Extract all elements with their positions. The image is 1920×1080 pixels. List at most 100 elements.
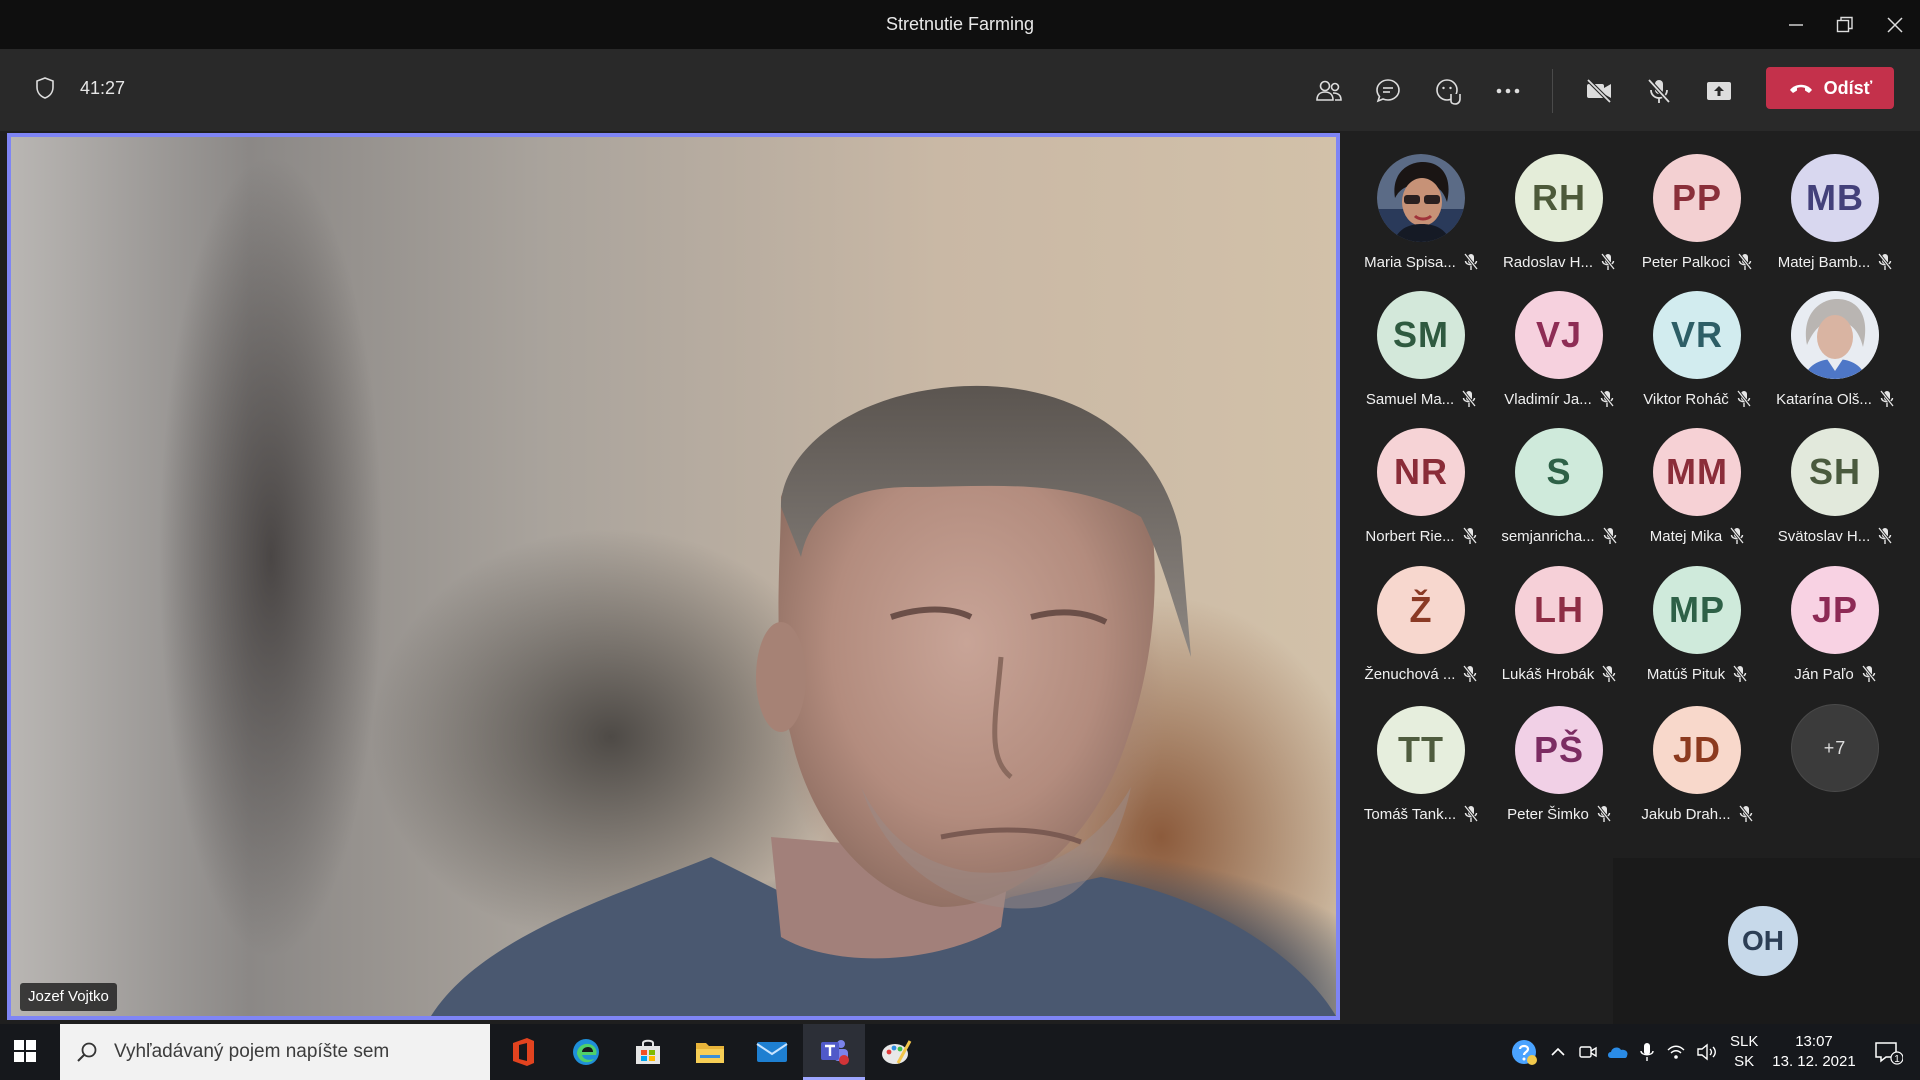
mic-muted-icon	[1730, 527, 1745, 545]
mic-muted-icon	[1736, 390, 1751, 408]
taskbar-clock[interactable]: 13:07 13. 12. 2021	[1764, 1032, 1864, 1072]
mic-muted-icon	[1878, 253, 1893, 271]
participant-name-row: Peter Palkoci	[1628, 253, 1766, 271]
more-options-button[interactable]	[1488, 71, 1528, 111]
participant-name: Viktor Roháč	[1643, 390, 1729, 408]
participant-name-row: Lukáš Hrobák	[1490, 665, 1628, 683]
participant-tile[interactable]: MM Matej Mika	[1628, 423, 1766, 553]
participant-tile[interactable]: SM Samuel Ma...	[1352, 286, 1490, 416]
participant-name-row: Maria Spisa...	[1352, 253, 1490, 271]
tray-meet[interactable]	[1576, 1024, 1600, 1080]
tray-volume[interactable]	[1694, 1024, 1720, 1080]
participant-photo	[1377, 154, 1465, 242]
mic-muted-icon	[1602, 665, 1617, 683]
participant-tile[interactable]: Ssemjanricha...	[1490, 423, 1628, 553]
window-title: Stretnutie Farming	[885, 14, 1035, 34]
participant-name-row: Tomáš Tank...	[1352, 805, 1490, 823]
participants-button[interactable]	[1309, 71, 1349, 111]
paint-icon	[882, 1040, 912, 1064]
taskbar-store[interactable]	[617, 1024, 679, 1080]
participant-name-row: Matúš Pituk	[1628, 665, 1766, 683]
wifi-icon	[1667, 1045, 1685, 1059]
participant-tile[interactable]: MB Matej Bamb...	[1766, 149, 1904, 279]
notification-center-button[interactable]: 1	[1868, 1024, 1908, 1080]
taskbar-office[interactable]	[492, 1024, 554, 1080]
tray-help[interactable]	[1507, 1024, 1541, 1080]
participant-initials: SH	[1791, 428, 1879, 516]
participant-initials: SM	[1377, 291, 1465, 379]
speaker-silhouette	[431, 385, 1336, 1016]
mic-toggle-button[interactable]	[1639, 71, 1679, 111]
participant-initials: PP	[1653, 154, 1741, 242]
self-view[interactable]: OH	[1613, 858, 1920, 1024]
active-speaker-video[interactable]: Jozef Vojtko	[7, 133, 1340, 1020]
taskbar-explorer[interactable]	[679, 1024, 741, 1080]
mic-muted-icon	[1601, 253, 1616, 271]
participant-initials: MP	[1653, 566, 1741, 654]
taskbar-teams[interactable]	[803, 1024, 865, 1080]
start-button[interactable]	[12, 1038, 38, 1069]
windows-logo-icon	[14, 1040, 36, 1062]
participant-tile[interactable]: Katarína Olš...	[1766, 286, 1904, 416]
participant-tile[interactable]: VJ Vladimír Ja...	[1490, 286, 1628, 416]
chat-button[interactable]	[1368, 71, 1408, 111]
meeting-timer: 41:27	[80, 78, 126, 98]
leave-label: Odísť	[1823, 77, 1873, 98]
participant-name: Matej Mika	[1649, 527, 1723, 545]
minimize-button[interactable]	[1781, 10, 1811, 40]
participant-tile[interactable]: VR Viktor Roháč	[1628, 286, 1766, 416]
participant-initials: MM	[1653, 428, 1741, 516]
mic-muted-icon	[1462, 390, 1477, 408]
participant-initials: TT	[1377, 706, 1465, 794]
participant-tile[interactable]: PŠ Peter Šimko	[1490, 701, 1628, 831]
notification-icon: 1	[1875, 1042, 1903, 1065]
office-icon	[513, 1038, 534, 1066]
mic-muted-icon	[1462, 527, 1477, 545]
participant-tile[interactable]: PP Peter Palkoci	[1628, 149, 1766, 279]
participant-tile[interactable]: MP Matúš Pituk	[1628, 561, 1766, 691]
camera-toggle-button[interactable]	[1579, 71, 1619, 111]
clock-date: 13. 12. 2021	[1772, 1053, 1856, 1070]
participant-name: Matúš Pituk	[1646, 665, 1726, 683]
more-participants-tile[interactable]: +7	[1766, 699, 1904, 829]
participant-name: semjanricha...	[1501, 527, 1595, 545]
participant-name: Tomáš Tank...	[1363, 805, 1457, 823]
folder-icon	[696, 1043, 724, 1063]
tray-overflow-button[interactable]	[1546, 1024, 1570, 1080]
participant-initials: S	[1515, 428, 1603, 516]
participant-tile[interactable]: NR Norbert Rie...	[1352, 423, 1490, 553]
taskbar: Vyhľadávaný pojem napíšte sem SLK SK 13:…	[0, 1024, 1920, 1080]
meeting-header: 41:27 Odísť	[0, 49, 1920, 131]
taskbar-mail[interactable]	[741, 1024, 803, 1080]
more-icon	[1496, 88, 1520, 94]
search-placeholder: Vyhľadávaný pojem napíšte sem	[114, 1041, 390, 1062]
tray-onedrive[interactable]	[1604, 1024, 1632, 1080]
tray-microphone[interactable]	[1636, 1024, 1658, 1080]
participant-tile[interactable]: JD Jakub Drah...	[1628, 701, 1766, 831]
participant-tile[interactable]: Maria Spisa...	[1352, 149, 1490, 279]
participant-tile[interactable]: SH Svätoslav H...	[1766, 423, 1904, 553]
participant-name: Katarína Olš...	[1776, 390, 1872, 408]
participant-tile[interactable]: RH Radoslav H...	[1490, 149, 1628, 279]
camera-off-icon	[1586, 78, 1612, 104]
mic-muted-icon	[1738, 805, 1753, 823]
restore-button[interactable]	[1830, 10, 1860, 40]
participant-name-row: Matej Mika	[1628, 527, 1766, 545]
keyboard-layout: SK	[1734, 1053, 1755, 1070]
participant-tile[interactable]: LH Lukáš Hrobák	[1490, 561, 1628, 691]
taskbar-search[interactable]: Vyhľadávaný pojem napíšte sem	[60, 1024, 490, 1080]
reactions-button[interactable]	[1428, 71, 1468, 111]
taskbar-paint[interactable]	[865, 1024, 927, 1080]
taskbar-edge[interactable]	[555, 1024, 617, 1080]
participant-tile[interactable]: TT Tomáš Tank...	[1352, 701, 1490, 831]
leave-button[interactable]: Odísť	[1766, 67, 1894, 109]
participant-name: Norbert Rie...	[1365, 527, 1455, 545]
participant-name: Samuel Ma...	[1365, 390, 1455, 408]
participant-tile[interactable]: JP Ján Paľo	[1766, 561, 1904, 691]
mic-muted-icon	[1733, 665, 1748, 683]
participant-tile[interactable]: Ž Ženuchová ...	[1352, 561, 1490, 691]
input-language[interactable]: SLK SK	[1730, 1032, 1758, 1072]
close-button[interactable]	[1880, 10, 1910, 40]
tray-network[interactable]	[1664, 1024, 1688, 1080]
share-screen-button[interactable]	[1699, 71, 1739, 111]
